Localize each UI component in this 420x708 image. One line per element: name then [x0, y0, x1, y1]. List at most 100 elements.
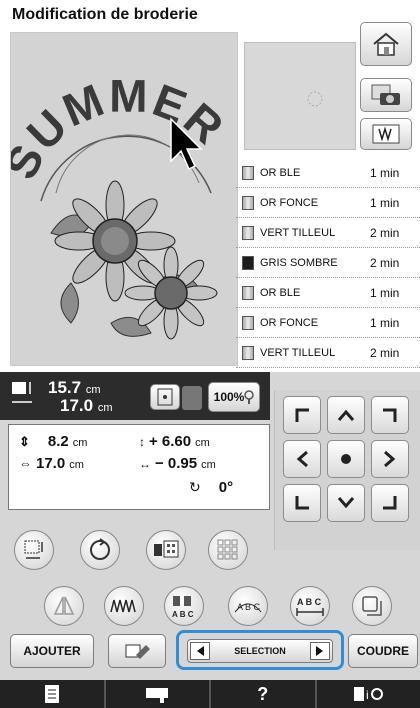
page-title: Modification de broderie — [12, 6, 198, 23]
move-right-button[interactable] — [371, 440, 409, 478]
move-up-button[interactable] — [327, 396, 365, 434]
select-previous-button[interactable] — [190, 642, 210, 660]
vertical-size-icon: ⇕ — [19, 434, 30, 449]
selection-label: SELECTION — [234, 646, 286, 656]
embroidery-preview[interactable]: SUMMER — [0, 32, 238, 366]
vertical-offset: + 6.60 — [149, 433, 192, 450]
thread-time: 1 min — [370, 315, 400, 330]
magnifier-icon — [244, 390, 255, 404]
thread-time: 1 min — [370, 285, 400, 300]
arrow-up-icon — [337, 409, 355, 421]
rotate-icon — [90, 538, 110, 560]
thread-swatch — [242, 285, 254, 300]
eraser-icon — [125, 644, 150, 659]
thread-color-list[interactable]: OR BLE 1 min OR FONCE 1 min VERT TILLEUL… — [236, 158, 420, 368]
mirror-button[interactable] — [44, 586, 84, 626]
thread-swatch — [242, 195, 254, 210]
selection-bar: SELECTION — [187, 639, 333, 663]
thread-name: OR BLE — [260, 286, 301, 299]
rotate-button[interactable] — [80, 530, 120, 570]
thread-name: GRIS SOMBRE — [260, 256, 338, 269]
thread-row[interactable]: GRIS SOMBRE 2 min — [236, 248, 420, 278]
hoop-icon — [182, 386, 202, 410]
move-pad — [274, 390, 420, 550]
move-down-button[interactable] — [327, 484, 365, 522]
thread-row[interactable]: OR FONCE 1 min — [236, 188, 420, 218]
letter-spacing-button[interactable]: A B C — [164, 586, 204, 626]
abc-label: A B C — [172, 610, 194, 619]
selection-group: SELECTION — [176, 630, 344, 670]
rotation-icon: ↻ — [189, 479, 201, 495]
density-button[interactable] — [104, 586, 144, 626]
unit-label: cm — [69, 459, 84, 471]
vertical-size: 8.2 — [47, 433, 69, 450]
frame-button[interactable] — [150, 384, 180, 410]
thread-row[interactable]: OR BLE 1 min — [236, 158, 420, 188]
zoom-label: 100% — [213, 390, 245, 404]
thread-name: OR FONCE — [260, 196, 319, 209]
footer-bar: ? i — [0, 680, 420, 708]
move-up-left-button[interactable] — [283, 396, 321, 434]
thread-time: 2 min — [370, 255, 400, 270]
vertical-offset-icon: ↕ — [139, 435, 145, 449]
thread-time: 1 min — [370, 195, 400, 210]
zoom-button[interactable]: 100% — [208, 382, 260, 412]
thread-time: 1 min — [370, 165, 400, 180]
resize-button[interactable] — [14, 530, 54, 570]
horizontal-size-icon: ⇔ — [19, 456, 32, 471]
letter-spacing-icon: A B C — [172, 596, 194, 619]
move-up-right-button[interactable] — [371, 396, 409, 434]
move-down-right-button[interactable] — [371, 484, 409, 522]
size-unit: cm — [85, 384, 101, 396]
move-left-button[interactable] — [283, 440, 321, 478]
move-down-left-button[interactable] — [283, 484, 321, 522]
home-icon — [373, 32, 399, 56]
frame-icon — [157, 388, 173, 406]
camera-button[interactable] — [360, 78, 412, 112]
thread-swatch — [242, 255, 254, 270]
home-button[interactable] — [360, 22, 412, 66]
border-button[interactable] — [352, 586, 392, 626]
thread-swatch — [242, 345, 254, 360]
sew-button[interactable]: COUDRE — [348, 634, 418, 668]
border-icon — [362, 596, 382, 616]
center-button[interactable] — [327, 440, 365, 478]
unit-label: cm — [201, 459, 216, 471]
resize-icon — [24, 540, 43, 559]
triangle-left-icon — [197, 646, 204, 656]
thread-color-button[interactable] — [146, 530, 186, 570]
footer-document-button[interactable] — [0, 680, 106, 708]
add-button[interactable]: AJOUTER — [10, 634, 94, 668]
thread-swatch — [242, 315, 254, 330]
thread-row[interactable]: OR BLE 1 min — [236, 278, 420, 308]
mirror-icon — [53, 596, 75, 615]
thread-swatch — [242, 225, 254, 240]
thread-time: 2 min — [370, 225, 400, 240]
thread-name: VERT TILLEUL — [260, 226, 336, 239]
position-info: ⇕ 8.2 cm ⇔ 17.0 cm ↕ + 6.60 cm ↔ − 0.95 … — [8, 424, 270, 510]
background-button[interactable] — [360, 118, 412, 150]
thread-row[interactable]: VERT TILLEUL 2 min — [236, 338, 420, 368]
thread-row[interactable]: OR FONCE 1 min — [236, 308, 420, 338]
stitch-density-icon — [110, 599, 136, 613]
array-grid-icon — [217, 539, 238, 560]
rotation-angle: 0° — [218, 479, 234, 496]
array-button[interactable] — [208, 530, 248, 570]
corner-up-left-icon — [295, 408, 309, 422]
color-change-icon — [154, 540, 179, 558]
corner-up-right-icon — [383, 408, 397, 422]
horizontal-size: 17.0 — [36, 455, 66, 472]
footer-machine-button[interactable] — [106, 680, 211, 708]
delete-button[interactable] — [108, 634, 166, 668]
footer-settings-button[interactable]: i — [317, 680, 420, 708]
unit-label: cm — [195, 437, 210, 449]
sewing-machine-icon — [146, 688, 169, 703]
thread-row[interactable]: VERT TILLEUL 2 min — [236, 218, 420, 248]
mini-preview — [244, 42, 356, 150]
size-height: 15.7 — [48, 378, 82, 397]
text-spacing-button[interactable]: A B C — [290, 586, 330, 626]
arc-text-button[interactable]: A B C — [228, 586, 268, 626]
select-next-button[interactable] — [309, 642, 330, 660]
footer-help-button[interactable]: ? — [211, 680, 317, 708]
text-spacing-icon: A B C — [296, 597, 324, 616]
